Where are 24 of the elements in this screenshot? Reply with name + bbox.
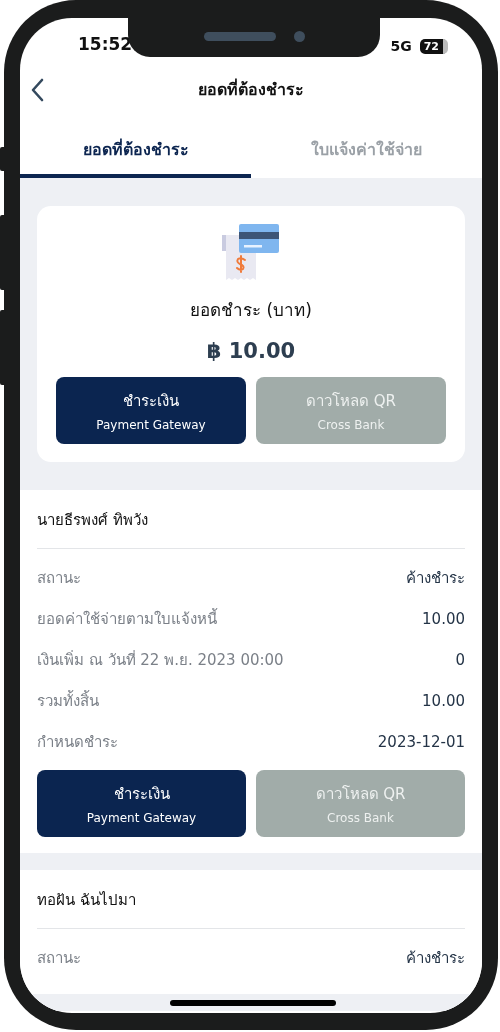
network-label: 5G (390, 38, 412, 54)
row-value: 10.00 (422, 609, 465, 628)
amount-label: ยอดชำระ (บาท) (190, 299, 312, 322)
row-label: สถานะ (37, 567, 81, 589)
customer-name: ทอฝัน ฉันไปมา (37, 888, 465, 929)
payment-button[interactable]: ชำระเงิน Payment Gateway (37, 770, 246, 837)
row-label: สถานะ (37, 947, 81, 969)
battery-indicator: 72 (419, 38, 448, 54)
row-value: 0 (455, 650, 465, 669)
row-label: เงินเพิ่ม ณ วันที่ 22 พ.ย. 2023 00:00 (37, 649, 284, 671)
row-label: กำหนดชำระ (37, 731, 118, 753)
page-title: ยอดที่ต้องชำระ (198, 77, 304, 101)
customer-name: นายธีรพงศ์ ทิพวัง (37, 508, 465, 549)
status-time: 15:52 (78, 34, 133, 54)
receipt-card-icon (221, 224, 281, 282)
row-label: รวมทั้งสิ้น (37, 689, 99, 712)
row-label: ยอดค่าใช้จ่ายตามใบแจ้งหนี้ (37, 607, 217, 630)
amount-value: ฿ 10.00 (206, 339, 296, 363)
back-icon[interactable] (30, 78, 44, 102)
payment-button[interactable]: ชำระเงิน Payment Gateway (56, 377, 246, 444)
row-value: 2023-12-01 (377, 732, 465, 751)
row-value: ค้างชำระ (406, 567, 465, 589)
row-value: 10.00 (422, 691, 465, 710)
row-value: ค้างชำระ (406, 947, 465, 969)
